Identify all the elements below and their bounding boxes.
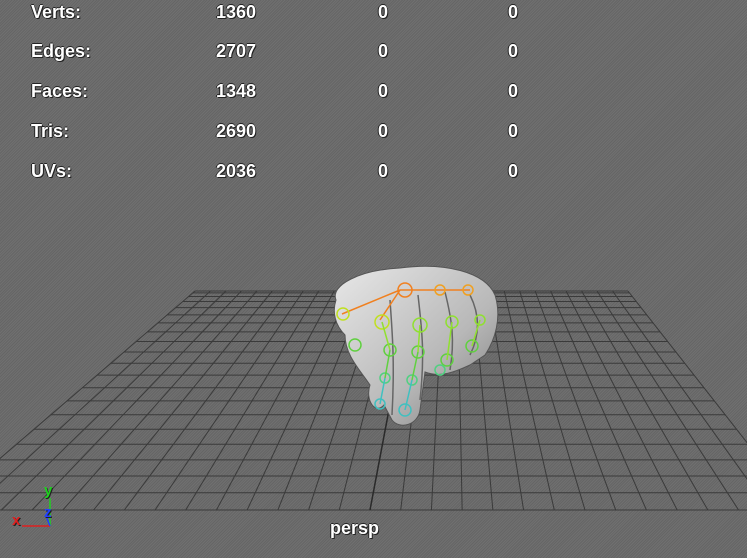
stat-uvs-value: 2036 bbox=[215, 161, 256, 181]
stat-faces-value: 1348 bbox=[215, 81, 256, 101]
stat-uvs-selected: 0 bbox=[377, 161, 388, 181]
camera-name-label: persp bbox=[330, 518, 380, 538]
stat-edges-selected: 0 bbox=[377, 41, 388, 61]
axis-y-label: y bbox=[44, 482, 53, 499]
stat-edges-value: 2707 bbox=[215, 41, 256, 61]
stat-label-uvs: UVs: bbox=[31, 161, 73, 181]
axis-z-label: z bbox=[44, 504, 52, 521]
stat-label-verts: Verts: bbox=[31, 2, 82, 22]
stat-verts-value: 1360 bbox=[215, 2, 256, 22]
stat-verts-other: 0 bbox=[507, 2, 518, 22]
axis-x-label: x bbox=[12, 512, 21, 529]
stat-tris-value: 2690 bbox=[215, 121, 256, 141]
stat-label-tris: Tris: bbox=[31, 121, 70, 141]
stat-edges-other: 0 bbox=[507, 41, 518, 61]
viewport-persp[interactable]: Verts: 1360 0 0 Edges: 2707 0 0 Faces: 1… bbox=[0, 0, 747, 558]
stat-uvs-other: 0 bbox=[507, 161, 518, 181]
stat-label-faces: Faces: bbox=[31, 81, 89, 101]
stat-faces-other: 0 bbox=[507, 81, 518, 101]
stat-tris-selected: 0 bbox=[377, 121, 388, 141]
stat-tris-other: 0 bbox=[507, 121, 518, 141]
stat-label-edges: Edges: bbox=[31, 41, 92, 61]
stat-verts-selected: 0 bbox=[377, 2, 388, 22]
stat-faces-selected: 0 bbox=[377, 81, 388, 101]
axis-gizmo: y x z bbox=[8, 480, 58, 530]
